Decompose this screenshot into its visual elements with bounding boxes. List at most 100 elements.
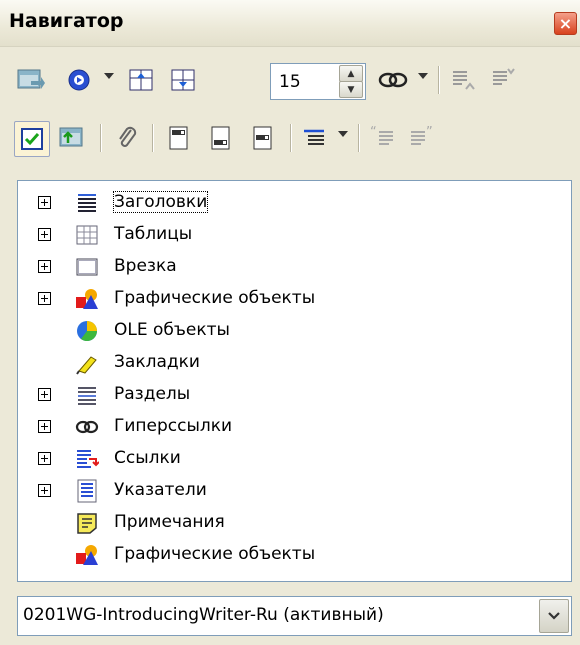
- heading-levels-dropdown-arrow[interactable]: [338, 131, 348, 137]
- hyperlinks-icon: [75, 415, 99, 439]
- expand-icon[interactable]: [38, 484, 51, 497]
- tree-item-label: Графические объекты: [114, 544, 316, 564]
- tree-item-label: Ссылки: [114, 448, 181, 468]
- drag-mode-button[interactable]: [376, 63, 410, 97]
- tree-item-indexes[interactable]: Указатели: [18, 475, 558, 507]
- navigator-tree[interactable]: Заголовки Таблицы Врезка Графические объ…: [17, 180, 572, 582]
- expand-icon[interactable]: [38, 228, 51, 241]
- toolbar-separator: [438, 66, 440, 94]
- ole-objects-icon: [75, 319, 99, 343]
- heading-levels-icon: [304, 129, 324, 145]
- tree-item-label: OLE объекты: [114, 320, 230, 340]
- tree-item-comments[interactable]: Примечания: [18, 507, 558, 539]
- anchor-button[interactable]: [246, 121, 280, 155]
- tree-item-label: Указатели: [114, 480, 207, 500]
- tree-item-label: Таблицы: [114, 224, 193, 244]
- tables-icon: [75, 223, 99, 247]
- toolbar-separator: [358, 124, 360, 152]
- stepper-up-button[interactable]: ▲: [339, 65, 363, 82]
- demote-level-icon: [493, 68, 515, 85]
- promote-level-button[interactable]: [446, 63, 480, 97]
- tree-item-ole-objects[interactable]: OLE объекты: [18, 315, 558, 347]
- footer-icon: [211, 126, 230, 150]
- tree-item-graphics[interactable]: Графические объекты: [18, 283, 558, 315]
- tree-item-label: Графические объекты: [114, 288, 316, 308]
- chevron-down-icon: [548, 612, 560, 620]
- title-bar: Навигатор ×: [0, 0, 580, 47]
- drag-mode-icon: [378, 72, 408, 88]
- next-button[interactable]: [166, 63, 200, 97]
- headings-icon: [75, 191, 99, 215]
- navigation-icon: [68, 69, 90, 91]
- tree-item-label: Закладки: [114, 352, 200, 372]
- promote-chapter-button[interactable]: “: [366, 121, 400, 155]
- header-button[interactable]: [162, 121, 196, 155]
- tree-item-headings[interactable]: Заголовки: [18, 187, 558, 219]
- list-box-toggle-icon: [21, 128, 43, 150]
- tree-item-hyperlinks[interactable]: Гиперссылки: [18, 411, 558, 443]
- frame-icon: [75, 255, 99, 279]
- toolbar-separator: [152, 124, 154, 152]
- heading-levels-button[interactable]: [298, 121, 332, 155]
- tree-item-label: Заголовки: [112, 191, 209, 213]
- promote-level-icon: [453, 71, 475, 90]
- document-selector[interactable]: 0201WG-IntroducingWriter-Ru (активный): [17, 596, 572, 636]
- tree-item-drawing-objects[interactable]: Графические объекты: [18, 539, 558, 571]
- toolbar-separator: [290, 124, 292, 152]
- document-selector-value: 0201WG-IntroducingWriter-Ru (активный): [23, 605, 384, 625]
- next-icon: [171, 69, 195, 91]
- close-button[interactable]: ×: [554, 12, 577, 35]
- demote-level-button[interactable]: [486, 63, 520, 97]
- tree-item-frame[interactable]: Врезка: [18, 251, 558, 283]
- drag-mode-dropdown-arrow[interactable]: [418, 73, 428, 79]
- list-box-toggle-button[interactable]: [14, 121, 50, 157]
- content-view-button[interactable]: [14, 63, 48, 97]
- tree-item-references[interactable]: Ссылки: [18, 443, 558, 475]
- expand-icon[interactable]: [38, 260, 51, 273]
- sections-icon: [75, 383, 99, 407]
- previous-icon: [129, 69, 153, 91]
- tree-item-bookmarks[interactable]: Закладки: [18, 347, 558, 379]
- content-view-icon: [59, 127, 83, 147]
- toolbar-separator: [100, 124, 102, 152]
- demote-chapter-button[interactable]: ”: [406, 121, 440, 155]
- stepper-down-button[interactable]: ▼: [339, 81, 363, 98]
- footer-button[interactable]: [204, 121, 238, 155]
- svg-text:“: “: [370, 125, 377, 140]
- expand-icon[interactable]: [38, 452, 51, 465]
- triangle-up-icon: ▲: [347, 68, 355, 79]
- set-reminder-button[interactable]: [110, 121, 144, 155]
- demote-chapter-icon: ”: [411, 125, 433, 145]
- paperclip-icon: [119, 126, 137, 147]
- page-number-value[interactable]: 15: [279, 72, 301, 92]
- comments-icon: [75, 511, 99, 535]
- tree-item-tables[interactable]: Таблицы: [18, 219, 558, 251]
- previous-button[interactable]: [124, 63, 158, 97]
- expand-icon[interactable]: [38, 196, 51, 209]
- navigator-toolbar-bottom: “ ”: [14, 114, 574, 162]
- tree-item-label: Гиперссылки: [114, 416, 233, 436]
- window-title: Навигатор: [9, 10, 124, 32]
- expand-icon[interactable]: [38, 420, 51, 433]
- page-number-stepper[interactable]: 15 ▲ ▼: [270, 63, 366, 100]
- content-navigation-button[interactable]: [56, 121, 90, 155]
- expand-icon[interactable]: [38, 388, 51, 401]
- header-icon: [169, 126, 188, 150]
- navigation-button[interactable]: [62, 63, 96, 97]
- navigation-dropdown-arrow[interactable]: [104, 73, 114, 79]
- tree-item-label: Врезка: [114, 256, 177, 276]
- anchor-to-text-icon: [253, 126, 272, 150]
- document-selector-dropdown-button[interactable]: [539, 599, 569, 633]
- tree-item-label: Примечания: [114, 512, 225, 532]
- close-icon: ×: [558, 13, 573, 33]
- expand-icon[interactable]: [38, 292, 51, 305]
- drawing-objects-icon: [75, 543, 99, 567]
- triangle-down-icon: ▼: [347, 84, 355, 95]
- graphics-icon: [75, 287, 99, 311]
- tree-item-sections[interactable]: Разделы: [18, 379, 558, 411]
- navigator-toolbar-top: 15 ▲ ▼: [14, 56, 574, 104]
- content-view-icon: [17, 69, 45, 89]
- references-icon: [75, 447, 99, 471]
- indexes-icon: [75, 479, 99, 503]
- bookmarks-icon: [75, 351, 99, 375]
